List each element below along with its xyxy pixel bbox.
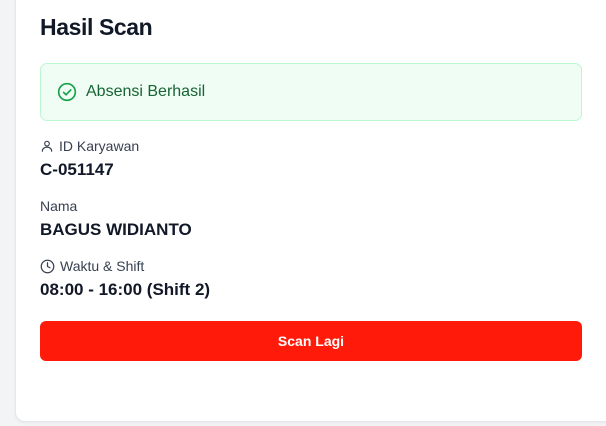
employee-id-value: C-051147	[40, 160, 114, 179]
time-shift-label: Waktu & Shift	[60, 258, 145, 274]
name-label: Nama	[40, 198, 78, 214]
scan-result-card: Hasil Scan Absensi Berhasil ID Karyawan …	[15, 0, 606, 422]
time-shift-value: 08:00 - 16:00 (Shift 2)	[40, 280, 211, 299]
success-alert: Absensi Berhasil	[40, 63, 582, 121]
employee-id-label: ID Karyawan	[59, 138, 140, 154]
success-alert-text: Absensi Berhasil	[86, 83, 206, 100]
check-circle-icon	[57, 82, 77, 102]
scan-again-button[interactable]: Scan Lagi	[40, 321, 582, 361]
name-label-row: Nama	[40, 198, 77, 214]
name-value: BAGUS WIDIANTO	[40, 220, 192, 239]
card-title: Hasil Scan	[40, 14, 153, 40]
time-shift-label-row: Waktu & Shift	[40, 258, 144, 274]
user-icon	[40, 139, 59, 153]
clock-icon	[40, 259, 60, 274]
employee-id-label-row: ID Karyawan	[40, 138, 139, 154]
